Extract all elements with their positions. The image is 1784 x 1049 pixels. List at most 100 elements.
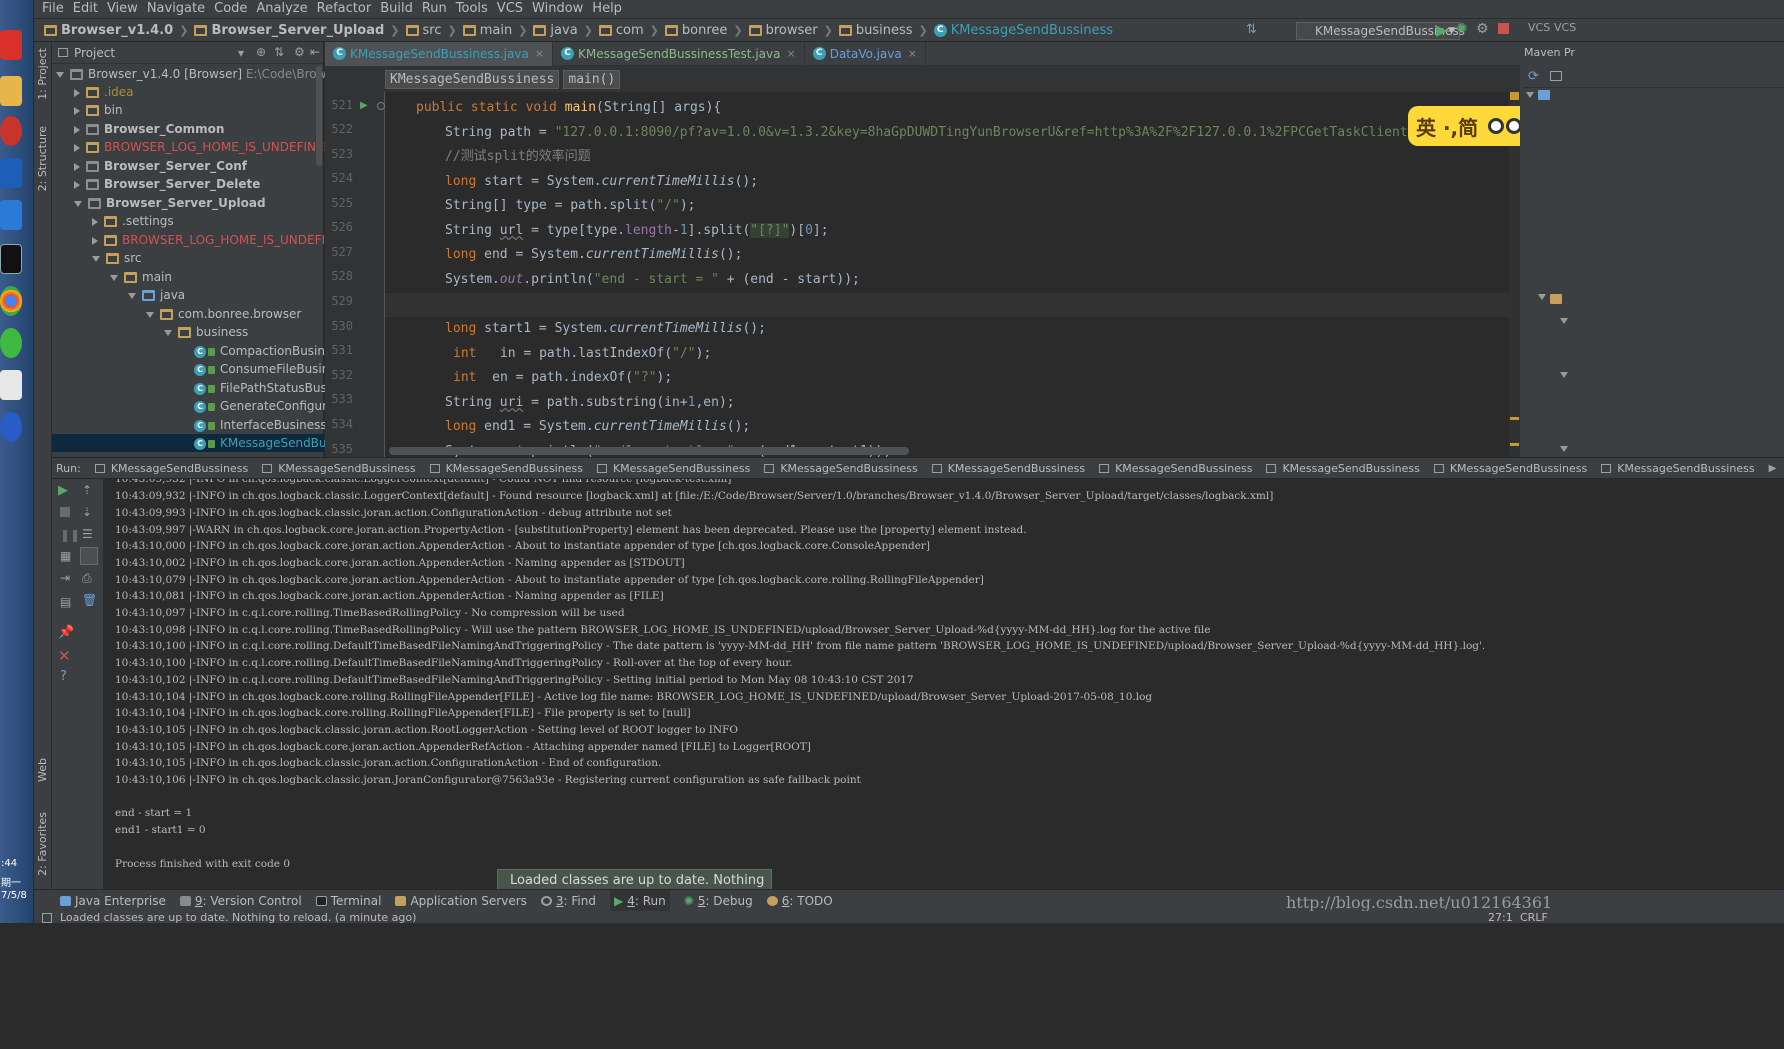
scroll-to-end-icon[interactable] (80, 547, 98, 565)
debug-icon[interactable]: ✺ (1456, 21, 1468, 37)
tab-favorites[interactable]: 2: Favorites (36, 812, 49, 876)
run-console[interactable]: 10:43:09,932 |-INFO in ch.qos.logback.cl… (105, 479, 1784, 889)
menu-build[interactable]: Build (380, 0, 413, 18)
crumb-com[interactable]: com ❯ (598, 23, 659, 38)
close-icon[interactable]: × (535, 47, 544, 60)
folder-icon[interactable] (1550, 71, 1562, 81)
tool-windows-icon[interactable] (42, 913, 52, 923)
arrow-up-icon[interactable]: ⇡ (82, 483, 96, 497)
tree-root[interactable]: Browser_v1.4.0 [Browser] E:\Code\Browser… (52, 65, 357, 83)
tab-run[interactable]: ▶ 4: Run (610, 889, 670, 912)
run-tab[interactable]: KMessageSendBussiness (1266, 462, 1420, 475)
menu-analyze[interactable]: Analyze (256, 0, 307, 18)
fold-icon[interactable] (377, 102, 385, 110)
chevron-down-icon[interactable]: ▾ (238, 46, 244, 60)
tree-item-main[interactable]: main (52, 268, 324, 286)
run-icon[interactable]: ▶ (1436, 21, 1448, 39)
tab-application-servers[interactable]: Application Servers (395, 894, 527, 908)
trash-icon[interactable]: 🗑 (82, 593, 97, 607)
pin-icon[interactable]: 📌 (58, 625, 74, 640)
status-message[interactable]: Loaded classes are up to date. Nothing t… (60, 911, 416, 923)
wechat-icon[interactable] (0, 328, 22, 358)
menu-edit[interactable]: Edit (73, 0, 98, 18)
tree-item-browser-common[interactable]: Browser_Common (52, 120, 324, 138)
tree-item-class-selected[interactable]: C KMessageSendBus (52, 434, 333, 452)
project-panel-title[interactable]: Project (74, 46, 115, 60)
tab-kmessagesendbussinesstest[interactable]: C KMessageSendBussinessTest.java × (553, 41, 805, 66)
run-tab[interactable]: KMessageSendBussiness (931, 462, 1085, 475)
menu-vcs[interactable]: VCS (497, 0, 523, 18)
pause-icon[interactable]: ❚❚ (60, 528, 80, 542)
hide-icon[interactable]: ⇤ (310, 45, 320, 59)
tab-kmessagesendbussiness[interactable]: C KMessageSendBussiness.java × (325, 41, 554, 66)
folder-app-icon[interactable] (0, 76, 22, 106)
dump-threads-icon[interactable]: ▦ (60, 549, 74, 563)
chevron-down-icon[interactable] (1526, 92, 1534, 98)
breadcrumb-class[interactable]: KMessageSendBussiness (385, 69, 560, 89)
print-icon[interactable]: ⎙ (82, 571, 96, 585)
vcs-commit-icon[interactable]: VCS (1554, 21, 1576, 34)
chevron-down-icon[interactable] (1560, 372, 1568, 378)
warning-marker[interactable] (1510, 417, 1519, 420)
tree-item-server-upload[interactable]: Browser_Server_Upload (52, 194, 324, 212)
warning-marker[interactable] (1510, 443, 1519, 446)
code-editor[interactable]: public static void main(String[] args){ … (385, 92, 1520, 457)
app-icon[interactable] (0, 116, 22, 146)
menu-navigate[interactable]: Navigate (147, 0, 205, 18)
tab-structure[interactable]: 2: Structure (36, 126, 49, 191)
menu-refactor[interactable]: Refactor (317, 0, 372, 18)
help-icon[interactable]: ? (60, 669, 74, 684)
tree-item-class[interactable]: C GenerateConfigurat (52, 397, 339, 415)
run-tab[interactable]: KMessageSendBussiness (596, 462, 750, 475)
chevron-down-icon[interactable] (1560, 446, 1568, 452)
tree-item-settings[interactable]: .settings (52, 212, 324, 230)
tree-item-bin[interactable]: bin (52, 101, 324, 119)
intellij-icon[interactable] (0, 158, 22, 188)
run-tab[interactable]: KMessageSendBussiness (764, 462, 918, 475)
tree-item-server-conf[interactable]: Browser_Server_Conf (52, 157, 324, 175)
crumb-class[interactable]: C KMessageSendBussiness (933, 23, 1113, 38)
warning-marker[interactable] (1510, 92, 1519, 100)
chevron-right-icon[interactable]: ▶ (1769, 463, 1777, 474)
run-gutter-icon[interactable]: ▶ (360, 100, 368, 111)
soft-wrap-icon[interactable]: ☰ (82, 527, 96, 541)
tree-item-src[interactable]: src (52, 249, 324, 267)
close-icon[interactable]: × (786, 47, 795, 60)
collapse-all-icon[interactable]: ⇅ (274, 45, 284, 59)
tab-terminal[interactable]: Terminal (315, 894, 381, 908)
layout-icon[interactable]: ▤ (60, 595, 74, 609)
menu-help[interactable]: Help (592, 0, 622, 18)
stop-icon[interactable] (60, 507, 70, 517)
chevron-down-icon[interactable] (1538, 294, 1546, 300)
tab-datavo[interactable]: C DataVo.java × (805, 41, 926, 66)
run-tab[interactable]: KMessageSendBussiness (429, 462, 583, 475)
build-icon[interactable]: ⇅ (1246, 22, 1257, 37)
run-tab[interactable]: KMessageSendBussiness (94, 462, 248, 475)
tree-item-class[interactable]: C InterfaceBusiness (52, 416, 327, 434)
tab-java-enterprise[interactable]: Java Enterprise (60, 894, 166, 908)
vcs-update-icon[interactable]: VCS (1528, 21, 1550, 34)
run-tab-active[interactable]: KMessageSendBussiness (1601, 462, 1755, 475)
breadcrumb-method[interactable]: main() (563, 69, 621, 89)
menu-tools[interactable]: Tools (456, 0, 488, 18)
line-separator[interactable]: CRLF (1520, 911, 1548, 923)
menu-code[interactable]: Code (214, 0, 247, 18)
tree-item-class[interactable]: C ConsumeFileBusine (52, 360, 337, 378)
chevron-down-icon[interactable] (1560, 318, 1568, 324)
chrome-icon[interactable] (0, 286, 22, 316)
tab-todo[interactable]: 6: TODO (766, 894, 833, 908)
crumb-business[interactable]: business ❯ (838, 23, 928, 38)
tab-version-control[interactable]: 9: Version Control (179, 894, 302, 908)
tree-item-class[interactable]: C CompactionBusines (52, 342, 339, 360)
crumb-module[interactable]: Browser_Server_Upload ❯ (194, 23, 400, 38)
editor-horizontal-scrollbar[interactable] (389, 447, 909, 455)
tree-item-java[interactable]: java (52, 286, 324, 304)
coverage-icon[interactable]: ⚙ (1476, 21, 1489, 37)
crumb-project[interactable]: Browser_v1.4.0 ❯ (44, 23, 188, 38)
menu-window[interactable]: Window (532, 0, 583, 18)
close-icon[interactable]: × (908, 47, 917, 60)
app-icon[interactable] (0, 412, 22, 442)
tree-item-server-delete[interactable]: Browser_Server_Delete (52, 175, 324, 193)
crumb-browser[interactable]: browser ❯ (748, 23, 833, 38)
app-icon[interactable] (0, 370, 22, 400)
